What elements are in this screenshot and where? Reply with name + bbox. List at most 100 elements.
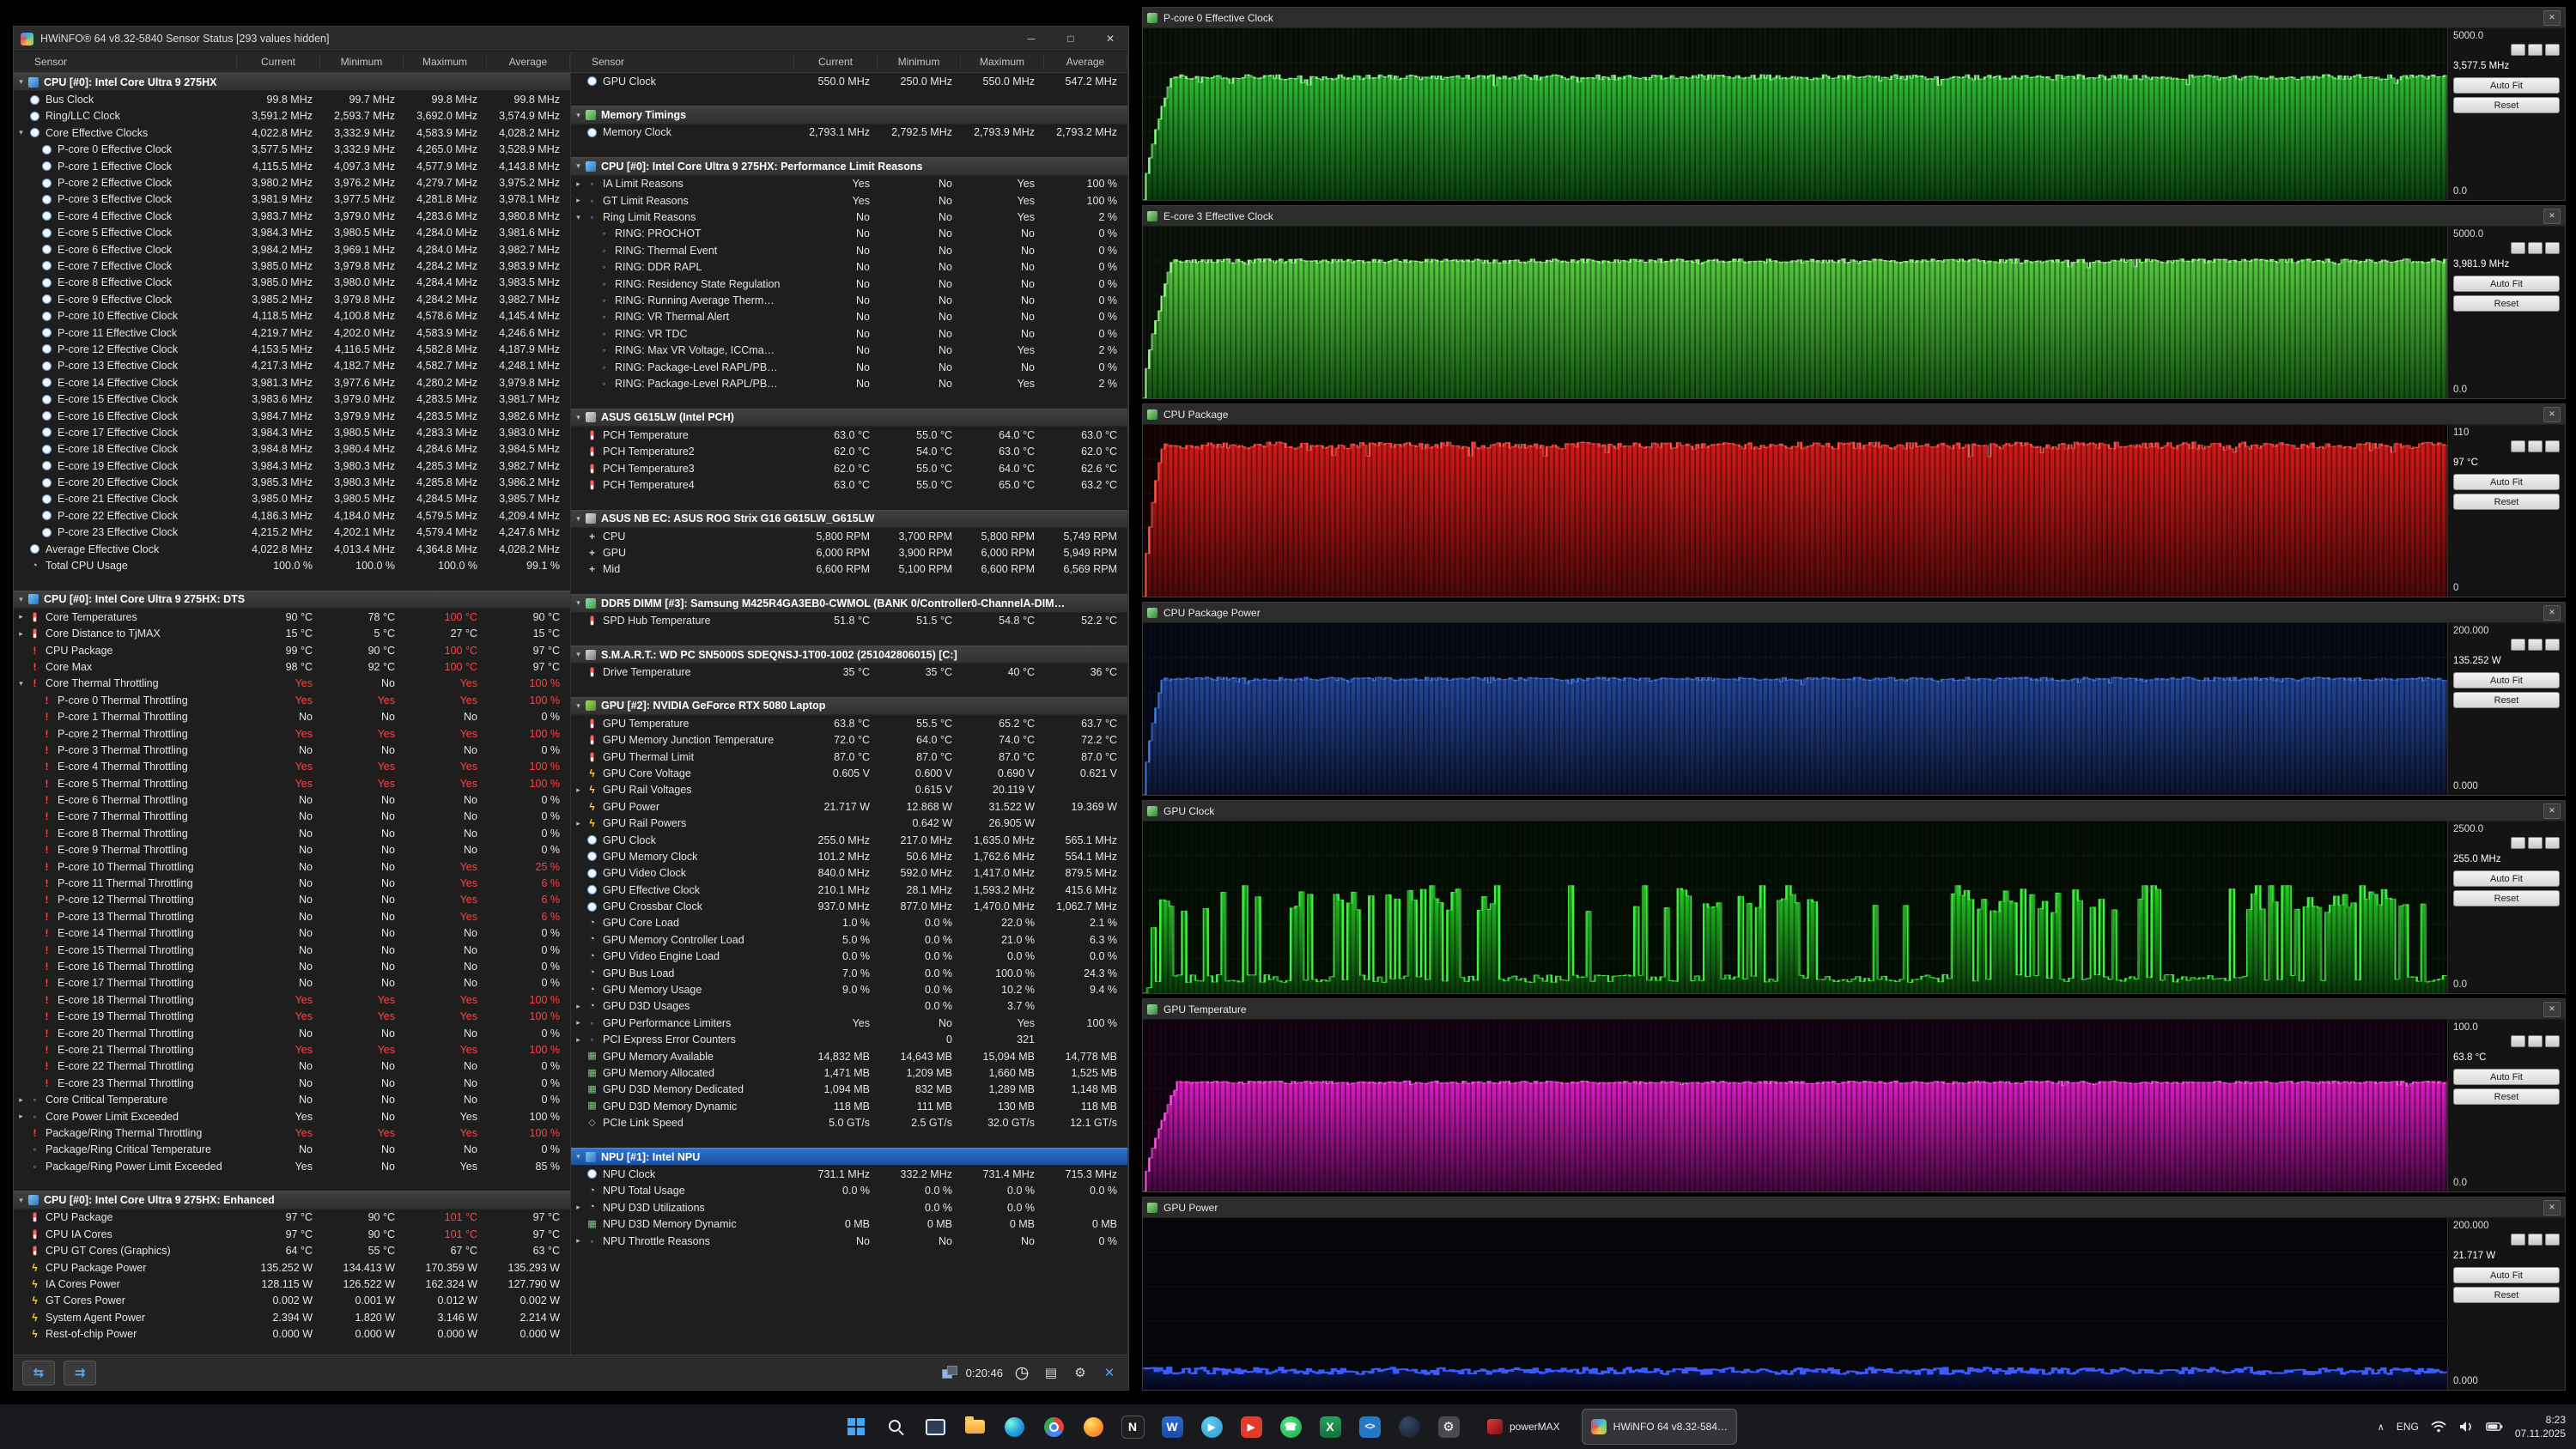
sensor-row[interactable]: ◔GPU Memory Usage9.0 %0.0 %10.2 %9.4 % [571, 981, 1127, 997]
sensor-row[interactable]: E-core 4 Effective Clock3,983.7 MHz3,979… [14, 208, 570, 224]
sensor-row[interactable]: !E-core 14 Thermal ThrottlingNoNoNo0 % [14, 925, 570, 942]
taskbar-icon-firefox[interactable] [1076, 1409, 1110, 1445]
sensor-row[interactable]: !CPU Package99 °C90 °C100 °C97 °C [14, 642, 570, 658]
sensor-group-header[interactable]: ▾ASUS NB EC: ASUS ROG Strix G16 G615LW_G… [571, 510, 1127, 528]
collapse-icon[interactable]: ▾ [571, 413, 586, 422]
sensor-row[interactable]: CPU Package97 °C90 °C101 °C97 °C [14, 1210, 570, 1226]
auto-fit-button[interactable]: Auto Fit [2453, 1069, 2560, 1085]
sensor-row[interactable]: !E-core 7 Thermal ThrottlingNoNoNo0 % [14, 809, 570, 825]
expand-icon[interactable]: ▸ [571, 819, 586, 828]
sensor-row[interactable]: P-core 0 Effective Clock3,577.5 MHz3,332… [14, 142, 570, 158]
auto-fit-button[interactable]: Auto Fit [2453, 474, 2560, 490]
sensor-row[interactable]: Memory Clock2,793.1 MHz2,792.5 MHz2,793.… [571, 124, 1127, 141]
taskbar-icon-task-view[interactable] [918, 1409, 952, 1445]
sensor-row[interactable]: E-core 17 Effective Clock3,984.3 MHz3,98… [14, 424, 570, 440]
sensor-row[interactable]: ▸◔GPU D3D Usages0.0 %3.7 % [571, 998, 1127, 1015]
sensor-row[interactable]: ◦RING: Package-Level RAPL/PB…NoNoYes2 % [571, 375, 1127, 391]
sensor-row[interactable]: ◔NPU Total Usage0.0 %0.0 %0.0 %0.0 % [571, 1183, 1127, 1199]
expand-icon[interactable]: ▸ [571, 1002, 586, 1011]
graph-mini-button[interactable] [2528, 242, 2543, 254]
graph-mini-button[interactable] [2528, 44, 2543, 56]
reset-button[interactable]: Reset [2453, 494, 2560, 510]
sensor-row[interactable]: !Core Max98 °C92 °C100 °C97 °C [14, 658, 570, 675]
sensor-row[interactable]: E-core 8 Effective Clock3,985.0 MHz3,980… [14, 275, 570, 291]
sensor-row[interactable]: ▾◦Ring Limit ReasonsNoNoYes2 % [571, 209, 1127, 225]
swap-columns-button[interactable]: ⇆ [22, 1361, 55, 1385]
taskbar-icon-excel[interactable]: X [1313, 1409, 1347, 1445]
graph-mini-button[interactable] [2528, 440, 2543, 452]
wifi-icon[interactable] [2431, 1421, 2446, 1433]
sensor-row[interactable]: +Mid6,600 RPM5,100 RPM6,600 RPM6,569 RPM [571, 561, 1127, 578]
volume-icon[interactable] [2458, 1421, 2474, 1433]
graph-title-bar[interactable]: CPU Package Power✕ [1143, 603, 2565, 623]
sensor-row[interactable]: ◇PCIe Link Speed5.0 GT/s2.5 GT/s32.0 GT/… [571, 1114, 1127, 1131]
sensor-row[interactable]: ▦GPU D3D Memory Dynamic118 MB111 MB130 M… [571, 1098, 1127, 1114]
sensor-row[interactable]: CPU IA Cores97 °C90 °C101 °C97 °C [14, 1226, 570, 1242]
sensor-group-header[interactable]: ▾DDR5 DIMM [#3]: Samsung M425R4GA3EB0-CW… [571, 594, 1127, 612]
reset-button[interactable]: Reset [2453, 97, 2560, 113]
expand-icon[interactable]: ▾ [14, 679, 28, 688]
collapse-icon[interactable]: ▾ [14, 1196, 28, 1205]
expand-icon[interactable]: ▸ [14, 629, 28, 639]
sensor-row[interactable]: ▾!Core Thermal ThrottlingYesNoYes100 % [14, 676, 570, 692]
sensor-row[interactable]: GPU Temperature63.8 °C55.5 °C65.2 °C63.7… [571, 715, 1127, 731]
sensor-row[interactable]: ▸◦PCI Express Error Counters0321 [571, 1032, 1127, 1048]
sensor-row[interactable]: !E-core 22 Thermal ThrottlingNoNoNo0 % [14, 1058, 570, 1075]
graph-mini-button[interactable] [2545, 639, 2560, 651]
sensor-row[interactable]: PCH Temperature463.0 °C55.0 °C65.0 °C63.… [571, 476, 1127, 493]
collapse-icon[interactable]: ▾ [571, 650, 586, 659]
graph-title-bar[interactable]: E-core 3 Effective Clock✕ [1143, 206, 2565, 227]
sensor-row[interactable]: E-core 15 Effective Clock3,983.6 MHz3,97… [14, 391, 570, 407]
sensor-row[interactable]: !E-core 6 Thermal ThrottlingNoNoNo0 % [14, 791, 570, 808]
sensor-row[interactable]: !E-core 9 Thermal ThrottlingNoNoNo0 % [14, 842, 570, 858]
reset-button[interactable]: Reset [2453, 890, 2560, 906]
reset-button[interactable]: Reset [2453, 692, 2560, 708]
sensor-row[interactable]: !E-core 19 Thermal ThrottlingYesYesYes10… [14, 1008, 570, 1024]
sensor-group-header[interactable]: ▾GPU [#2]: NVIDIA GeForce RTX 5080 Lapto… [571, 697, 1127, 715]
sensor-row[interactable]: CPU GT Cores (Graphics)64 °C55 °C67 °C63… [14, 1243, 570, 1259]
auto-fit-button[interactable]: Auto Fit [2453, 276, 2560, 292]
taskbar-icon-notion[interactable]: N [1115, 1409, 1150, 1445]
sensor-row[interactable]: GPU Thermal Limit87.0 °C87.0 °C87.0 °C87… [571, 749, 1127, 765]
collapse-icon[interactable]: ▾ [571, 161, 586, 171]
sensor-row[interactable]: !E-core 20 Thermal ThrottlingNoNoNo0 % [14, 1025, 570, 1041]
sensor-group-header[interactable]: ▾Memory Timings [571, 106, 1127, 124]
auto-fit-button[interactable]: Auto Fit [2453, 1267, 2560, 1283]
close-button[interactable]: ✕ [1094, 28, 1127, 49]
sensor-row[interactable]: !E-core 15 Thermal ThrottlingNoNoNo0 % [14, 942, 570, 958]
graph-close-button[interactable]: ✕ [2543, 209, 2561, 224]
graph-mini-button[interactable] [2545, 1234, 2560, 1246]
clock-button[interactable]: ◷ [1012, 1363, 1032, 1383]
sensor-row[interactable]: ◦Package/Ring Critical TemperatureNoNoNo… [14, 1142, 570, 1158]
collapse-icon[interactable]: ▾ [571, 514, 586, 524]
graph-mini-button[interactable] [2511, 44, 2525, 56]
sensor-row[interactable]: !P-core 11 Thermal ThrottlingNoNoYes6 % [14, 875, 570, 891]
graph-mini-button[interactable] [2528, 1234, 2543, 1246]
expand-icon[interactable]: ▾ [571, 213, 586, 222]
reset-button[interactable]: Reset [2453, 1088, 2560, 1105]
graph-title-bar[interactable]: GPU Clock✕ [1143, 801, 2565, 822]
sensor-row[interactable]: ▸◔NPU D3D Utilizations0.0 %0.0 % [571, 1199, 1127, 1216]
maximize-button[interactable]: □ [1054, 28, 1087, 49]
graph-close-button[interactable]: ✕ [2543, 1200, 2561, 1216]
collapse-icon[interactable]: ▾ [14, 595, 28, 604]
sensor-row[interactable]: ▸ϟGPU Rail Voltages0.615 V20.119 V [571, 782, 1127, 798]
collapse-icon[interactable]: ▾ [571, 701, 586, 711]
sensor-row[interactable]: !P-core 2 Thermal ThrottlingYesYesYes100… [14, 725, 570, 742]
sensor-row[interactable]: ◦RING: VR TDCNoNoNo0 % [571, 325, 1127, 342]
expand-icon[interactable]: ▸ [571, 196, 586, 205]
sensor-row[interactable]: ◦RING: Running Average Therm…NoNoNo0 % [571, 292, 1127, 308]
sensor-row[interactable]: Ring/LLC Clock3,591.2 MHz2,593.7 MHz3,69… [14, 108, 570, 124]
sensor-row[interactable]: E-core 7 Effective Clock3,985.0 MHz3,979… [14, 258, 570, 274]
sensor-row[interactable]: P-core 22 Effective Clock4,186.3 MHz4,18… [14, 507, 570, 524]
sensor-row[interactable]: PCH Temperature63.0 °C55.0 °C64.0 °C63.0… [571, 427, 1127, 443]
sensor-row[interactable]: GPU Effective Clock210.1 MHz28.1 MHz1,59… [571, 882, 1127, 898]
sensor-row[interactable]: GPU Video Clock840.0 MHz592.0 MHz1,417.0… [571, 865, 1127, 882]
sensor-row[interactable]: ◔GPU Core Load1.0 %0.0 %22.0 %2.1 % [571, 915, 1127, 931]
graph-mini-button[interactable] [2545, 1035, 2560, 1047]
sensor-row[interactable]: !E-core 21 Thermal ThrottlingYesYesYes10… [14, 1041, 570, 1058]
sensor-row[interactable]: E-core 14 Effective Clock3,981.3 MHz3,97… [14, 374, 570, 391]
sensor-row[interactable]: E-core 5 Effective Clock3,984.3 MHz3,980… [14, 225, 570, 241]
sensor-row[interactable]: P-core 11 Effective Clock4,219.7 MHz4,20… [14, 324, 570, 341]
sensor-row[interactable]: ϟGT Cores Power0.002 W0.001 W0.012 W0.00… [14, 1293, 570, 1309]
